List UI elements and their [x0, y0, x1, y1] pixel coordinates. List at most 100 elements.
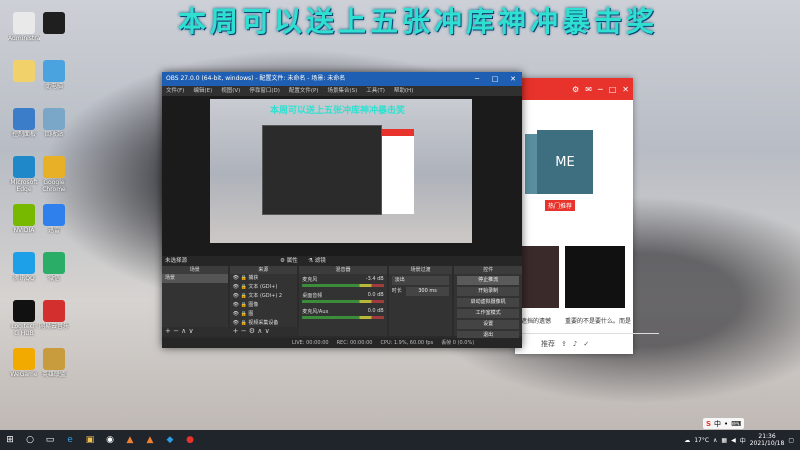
preview-canvas[interactable]: 本周可以送上五张冲库神冲暴击奖	[210, 99, 472, 249]
maximize-button[interactable]: □	[486, 72, 504, 86]
maximize-icon[interactable]: □	[609, 85, 617, 94]
ime-icon[interactable]: 中	[740, 436, 746, 445]
background-app-window[interactable]: ⚙ ✉ ─ □ ✕ ME 热门推荐 遮挡的遗憾 重要的不是要什么。而是 推荐 ⇪…	[515, 78, 659, 354]
obs-taskbar-icon[interactable]: ◉	[100, 430, 120, 450]
keyboard-icon[interactable]: ⌨	[731, 420, 741, 428]
mail-icon[interactable]: ✉	[585, 85, 592, 94]
menu-item[interactable]: 编辑(E)	[193, 86, 212, 96]
source-item[interactable]: 👁 🔒 捕获	[230, 274, 298, 283]
menu-item[interactable]: 视图(V)	[221, 86, 240, 96]
app-icon	[13, 60, 35, 82]
ime-mode[interactable]: 中	[714, 419, 721, 429]
close-button[interactable]: ✕	[504, 72, 522, 86]
control-button[interactable]: 开始录制	[457, 287, 519, 296]
menu-item[interactable]: 帮助(H)	[394, 86, 413, 96]
menu-item[interactable]: 场景集合(S)	[327, 86, 357, 96]
transition-select[interactable]: 淡出	[391, 276, 450, 285]
taskbar: ⊞ ○ ▭ e ▣ ◉ ▲ ▲ ◆ ● ☁ 17°C ∧ ▦ ◀ 中 21:36…	[0, 430, 800, 450]
visibility-lock-icon[interactable]: 👁 🔒	[233, 302, 249, 308]
source-item[interactable]: 👁 🔒 文本 (GDI+) 2	[230, 292, 298, 301]
clock[interactable]: 21:36 2021/10/18	[750, 433, 785, 447]
desktop-icon[interactable]	[38, 12, 70, 49]
volume-meter[interactable]	[302, 300, 384, 303]
mixer-channel[interactable]: 桌面音频 0.0 dB	[302, 292, 384, 306]
search-icon[interactable]: ○	[20, 430, 40, 450]
desktop-icon-label: NVIDIA	[13, 227, 35, 234]
desktop-icon[interactable]: WeGame	[8, 348, 40, 385]
temperature[interactable]: 17°C	[694, 437, 709, 444]
menu-item[interactable]: 文件(F)	[166, 86, 184, 96]
visibility-lock-icon[interactable]: 👁 🔒	[233, 320, 249, 326]
menu-item[interactable]: 停靠窗口(D)	[249, 86, 280, 96]
obs-window[interactable]: OBS 27.0.0 (64-bit, windows) - 配置文件: 未命名…	[162, 72, 522, 348]
visibility-lock-icon[interactable]: 👁 🔒	[233, 311, 249, 317]
video-thumb[interactable]	[519, 246, 559, 308]
pin-icon[interactable]: ✓	[583, 340, 589, 348]
visibility-lock-icon[interactable]: 👁 🔒	[233, 284, 249, 290]
scene-item[interactable]: 场景	[162, 274, 228, 283]
share-icon[interactable]: ⇪	[561, 340, 567, 348]
visibility-lock-icon[interactable]: 👁 🔒	[233, 293, 249, 299]
steam-icon[interactable]: ◆	[160, 430, 180, 450]
source-item[interactable]: 👁 🔒 图像	[230, 301, 298, 310]
volume-meter[interactable]	[302, 316, 384, 319]
netease-music-icon[interactable]: ●	[180, 430, 200, 450]
volume-meter[interactable]	[302, 284, 384, 287]
control-button[interactable]: 设置	[457, 320, 519, 329]
app-taskbar-icon[interactable]: ▲	[140, 430, 160, 450]
video-thumb[interactable]	[565, 246, 625, 308]
edge-icon[interactable]: e	[60, 430, 80, 450]
obs-titlebar[interactable]: OBS 27.0.0 (64-bit, windows) - 配置文件: 未命名…	[162, 72, 522, 86]
desktop-icon[interactable]: Logitech G HUB	[8, 300, 40, 337]
app-taskbar-icon[interactable]: ▲	[120, 430, 140, 450]
punctuation-icon[interactable]: •	[724, 420, 728, 428]
desktop-icon[interactable]: 微信	[38, 252, 70, 289]
sources-footer[interactable]: + − ⚙ ∧ ∨	[229, 327, 301, 336]
mixer-channel[interactable]: 麦克风/Aux 0.0 dB	[302, 308, 384, 322]
minimize-button[interactable]: ─	[468, 72, 486, 86]
menu-item[interactable]: 工具(T)	[366, 86, 385, 96]
desktop-icon[interactable]	[8, 60, 40, 97]
close-icon[interactable]: ✕	[622, 85, 629, 94]
start-button[interactable]: ⊞	[0, 430, 20, 450]
sogou-icon[interactable]: S	[706, 420, 711, 428]
sound-icon[interactable]: ♪	[573, 340, 577, 348]
control-button[interactable]: 启动虚拟摄像机	[457, 298, 519, 307]
desktop-icon[interactable]: Administrator	[8, 12, 40, 49]
source-item[interactable]: 👁 🔒 图	[230, 310, 298, 319]
properties-button[interactable]: ⚙ 属性	[280, 256, 298, 266]
store-icon[interactable]: ▣	[80, 430, 100, 450]
desktop-icon[interactable]: Microsoft Edge	[8, 156, 40, 193]
control-button[interactable]: 工作室模式	[457, 309, 519, 318]
mixer-channel[interactable]: 麦克风 -3.4 dB	[302, 276, 384, 290]
scenes-footer[interactable]: + − ∧ ∨	[162, 327, 231, 336]
desktop-icon[interactable]: 回收站	[38, 108, 70, 145]
settings-icon[interactable]: ⚙	[572, 85, 579, 94]
weather-icon[interactable]: ☁	[684, 437, 690, 444]
album-card[interactable]: ME	[537, 130, 593, 194]
obs-preview[interactable]: 本周可以送上五张冲库神冲暴击奖	[162, 96, 522, 256]
desktop-icon[interactable]: 腾讯QQ	[8, 252, 40, 289]
minimize-icon[interactable]: ─	[598, 85, 603, 94]
ime-toolbar[interactable]: S 中 • ⌨	[703, 418, 745, 429]
desktop-icon[interactable]: 此电脑	[38, 60, 70, 97]
desktop-icon[interactable]: 网易云音乐	[38, 300, 70, 337]
source-item[interactable]: 👁 🔒 文本 (GDI+)	[230, 283, 298, 292]
recommend-label[interactable]: 推荐	[541, 339, 555, 349]
desktop-icon[interactable]: 英雄联盟	[38, 348, 70, 385]
desktop-icon[interactable]: 迅雷	[38, 204, 70, 241]
network-icon[interactable]: ▦	[721, 437, 727, 444]
volume-icon[interactable]: ◀	[731, 437, 736, 444]
menu-item[interactable]: 配置文件(P)	[289, 86, 319, 96]
tray-arrow-icon[interactable]: ∧	[713, 437, 717, 444]
task-view-icon[interactable]: ▭	[40, 430, 60, 450]
duration-input[interactable]: 300 ms	[405, 287, 450, 296]
desktop-icon[interactable]: 控制面板	[8, 108, 40, 145]
desktop-icon[interactable]: NVIDIA	[8, 204, 40, 241]
filters-button[interactable]: ⚗ 滤镜	[308, 256, 326, 266]
visibility-lock-icon[interactable]: 👁 🔒	[233, 275, 249, 281]
notification-icon[interactable]: ▢	[788, 437, 794, 444]
background-app-titlebar[interactable]: ⚙ ✉ ─ □ ✕	[515, 78, 633, 100]
desktop-icon[interactable]: Google Chrome	[38, 156, 70, 193]
control-button[interactable]: 停止推流	[457, 276, 519, 285]
